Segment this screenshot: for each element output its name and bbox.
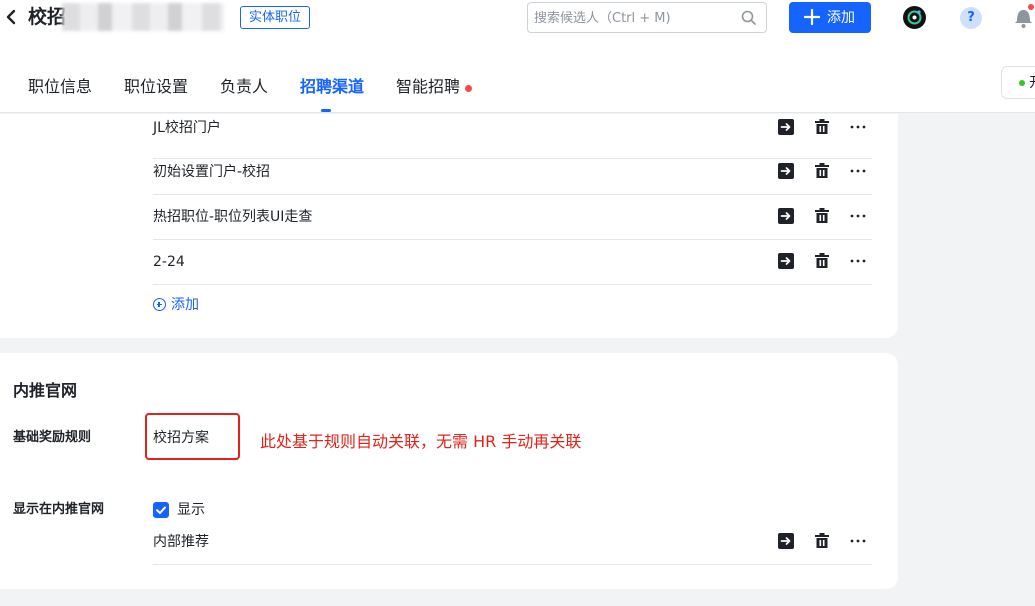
delete-icon[interactable] (813, 532, 831, 550)
checkmark-icon (156, 506, 166, 514)
add-button[interactable]: 添加 (789, 2, 871, 33)
more-options-icon[interactable] (849, 118, 867, 136)
tab-job-settings[interactable]: 职位设置 (124, 76, 188, 98)
delete-icon[interactable] (813, 207, 831, 225)
annotation-highlight-box (145, 413, 240, 460)
notification-dot (465, 85, 472, 92)
display-checkbox[interactable] (153, 502, 169, 518)
top-bar: 校招 实体职位 添加 ? 职位信息 职位设置 负责人 招聘渠道 智能招聘 开 (0, 0, 1035, 113)
open-icon[interactable] (777, 162, 795, 180)
portal-name: JL校招门户 (153, 120, 221, 136)
tab-recruiting-channels[interactable]: 招聘渠道 (300, 76, 364, 98)
more-options-icon[interactable] (849, 207, 867, 225)
more-options-icon[interactable] (849, 532, 867, 550)
delete-icon[interactable] (813, 118, 831, 136)
portal-row: 热招职位-职位列表UI走查 (153, 195, 872, 240)
search-icon[interactable] (740, 9, 758, 27)
open-icon[interactable] (777, 532, 795, 550)
reward-rule-label: 基础奖励规则 (13, 430, 92, 445)
back-arrow-icon[interactable] (4, 6, 18, 28)
annotation-text: 此处基于规则自动关联，无需 HR 手动再关联 (260, 432, 582, 451)
active-tab-indicator (321, 109, 331, 112)
open-icon[interactable] (777, 207, 795, 225)
display-checkbox-label: 显示 (177, 502, 205, 518)
portal-row: 初始设置门户-校招 (153, 150, 872, 195)
job-type-tag: 实体职位 (240, 6, 311, 29)
status-label: 开 (1029, 74, 1035, 92)
portal-name: 初始设置门户-校招 (153, 164, 271, 180)
candidate-search-box[interactable] (527, 2, 767, 33)
add-button-label: 添加 (827, 9, 855, 25)
tab-owner[interactable]: 负责人 (220, 76, 268, 98)
channel-portals-card: JL校招门户 初始设置门户-校招 热招职位-职位列表UI走查 2-24 (0, 114, 898, 338)
more-options-icon[interactable] (849, 252, 867, 270)
status-dot-icon (1019, 80, 1025, 86)
more-options-icon[interactable] (849, 162, 867, 180)
candidate-search-input[interactable] (534, 7, 734, 29)
referral-item-name: 内部推荐 (153, 534, 209, 550)
section-title: 内推官网 (13, 381, 78, 400)
delete-icon[interactable] (813, 162, 831, 180)
status-toggle[interactable]: 开 (1001, 66, 1035, 99)
delete-icon[interactable] (813, 252, 831, 270)
portal-name: 2-24 (153, 254, 185, 270)
portal-name: 热招职位-职位列表UI走查 (153, 209, 313, 225)
add-circle-icon (153, 298, 166, 311)
app-launcher-icon[interactable] (903, 6, 926, 29)
redacted-job-name (62, 3, 224, 31)
tab-smart-recruiting[interactable]: 智能招聘 (396, 76, 460, 98)
portal-row: 2-24 (153, 240, 872, 285)
add-portal-label: 添加 (171, 297, 199, 313)
referral-item-row: 内部推荐 (153, 520, 872, 565)
notification-bell-icon[interactable] (1012, 2, 1035, 32)
open-icon[interactable] (777, 252, 795, 270)
plus-icon (803, 6, 821, 33)
help-icon[interactable]: ? (960, 7, 982, 29)
tab-job-info[interactable]: 职位信息 (28, 76, 92, 98)
open-icon[interactable] (777, 118, 795, 136)
job-title: 校招 (28, 6, 67, 28)
display-on-site-label: 显示在内推官网 (13, 502, 105, 517)
